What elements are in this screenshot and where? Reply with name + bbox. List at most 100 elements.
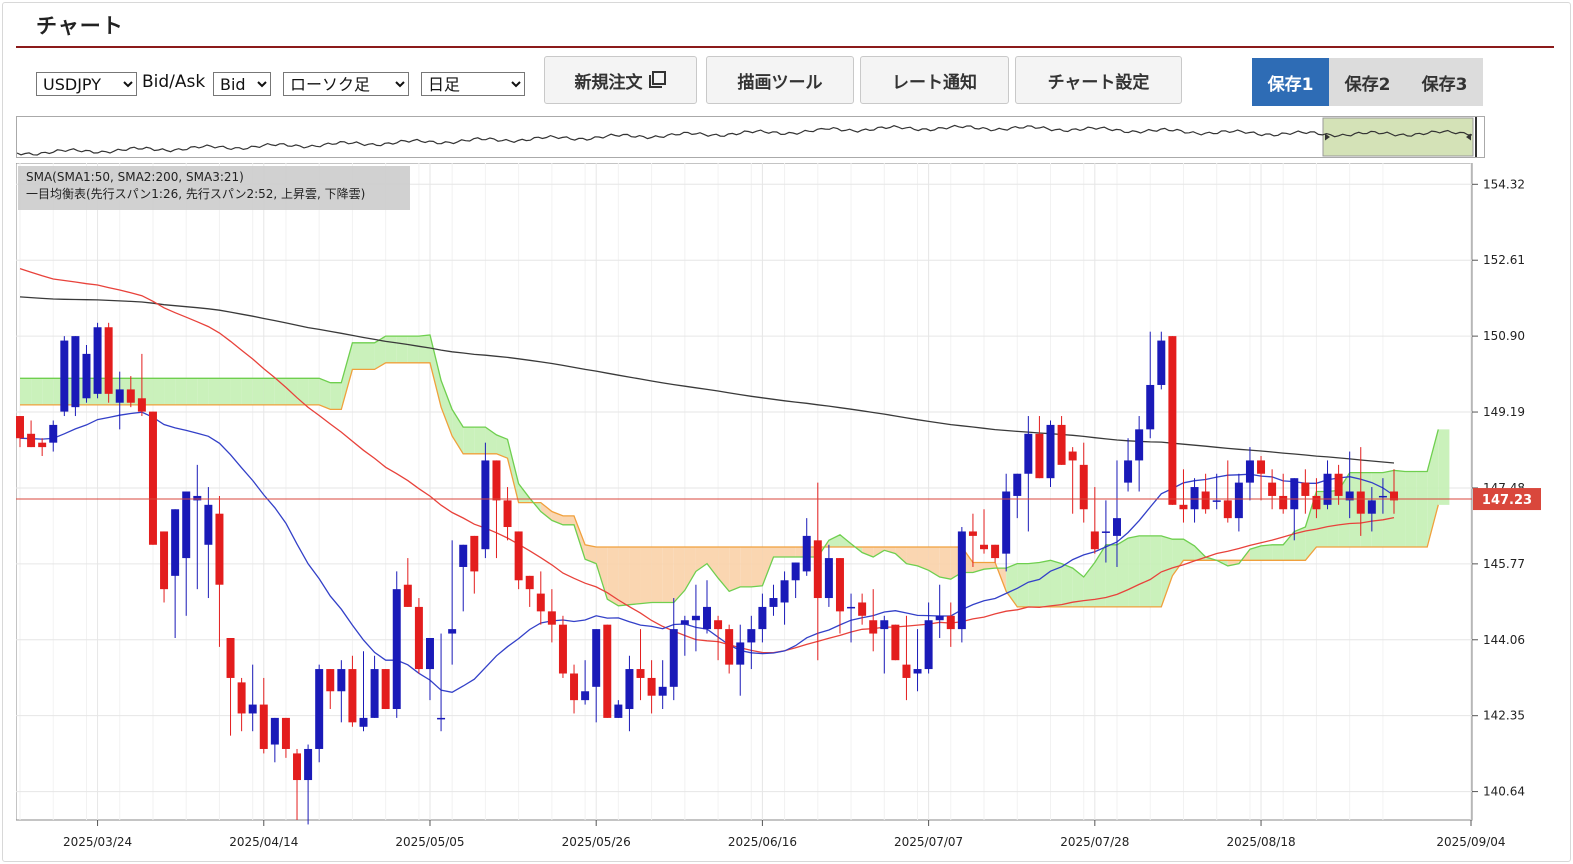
legend-ichimoku: 一目均衡表(先行スパン1:26, 先行スパン2:52, 上昇雲, 下降雲) (26, 187, 366, 201)
ichimoku-cloud-up (363, 342, 375, 370)
candle-body (1024, 433, 1033, 474)
ichimoku-cloud-up (1116, 538, 1129, 607)
candle-body (902, 664, 911, 678)
ichimoku-cloud-down (662, 546, 674, 603)
candle-body (1268, 482, 1277, 496)
ichimoku-cloud-up (319, 378, 331, 410)
ichimoku-cloud-up (385, 336, 397, 363)
candle-body (1101, 531, 1110, 533)
rate-alert-button[interactable]: レート通知 (860, 56, 1009, 104)
x-tick-label: 2025/08/18 (1226, 835, 1295, 849)
symbol-select[interactable]: USDJPY (36, 72, 137, 96)
candle-body (326, 669, 335, 692)
candle-body (669, 629, 678, 687)
candle-body (71, 336, 80, 408)
y-tick-label: 152.61 (1483, 253, 1525, 267)
candle-body (171, 509, 180, 576)
ichimoku-cloud-down (906, 546, 918, 566)
candle-body (126, 389, 135, 403)
candle-body (1245, 460, 1254, 483)
candle-body (680, 620, 689, 625)
candle-body (913, 669, 922, 674)
candle-body (259, 704, 268, 749)
candle-body (1257, 460, 1266, 474)
indicator-legend: SMA(SMA1:50, SMA2:200, SMA3:21) 一目均衡表(先行… (18, 166, 410, 210)
ichimoku-cloud-up (252, 378, 264, 405)
current-price-label: 147.23 (1482, 493, 1532, 508)
candle-body (293, 753, 302, 781)
ichimoku-cloud-up (352, 342, 364, 370)
candle-body (614, 704, 623, 718)
candle-body (304, 748, 313, 781)
save-tab-2[interactable]: 保存2 (1329, 58, 1406, 106)
ichimoku-cloud-down (939, 546, 951, 580)
ichimoku-cloud-up (263, 378, 275, 405)
y-tick-label: 140.64 (1483, 785, 1525, 799)
save-tabs: 保存1 保存2 保存3 (1252, 58, 1483, 106)
new-order-button[interactable]: 新規注文 (544, 56, 697, 104)
candle-body (1046, 424, 1055, 479)
save-tab-3[interactable]: 保存3 (1406, 58, 1483, 106)
ichimoku-cloud-up (230, 378, 242, 405)
chart-style-select[interactable]: ローソク足 (283, 72, 409, 96)
new-window-icon (648, 71, 666, 88)
candle-body (1279, 495, 1288, 510)
candle-body (448, 629, 457, 634)
ichimoku-cloud-up (1128, 535, 1140, 607)
candle-body (215, 513, 224, 585)
y-tick-label: 150.90 (1483, 329, 1525, 343)
draw-tool-button[interactable]: 描画ツール (706, 56, 854, 104)
ichimoku-cloud-down (729, 546, 741, 592)
ichimoku-cloud-up (20, 378, 32, 405)
candle-body (93, 327, 102, 394)
candle-body (625, 669, 634, 710)
side-select[interactable]: Bid (213, 72, 271, 96)
ichimoku-cloud-down (562, 515, 575, 525)
price-chart[interactable]: 2025/03/24 2025/04/14 2025/05/05 2025/05/26… (16, 163, 1556, 853)
legend-sma: SMA(SMA1:50, SMA2:200, SMA3:21) (26, 170, 244, 184)
ichimoku-cloud-up (208, 378, 220, 405)
candle-body (414, 606, 423, 670)
candle-body (337, 669, 346, 692)
ichimoku-cloud-up (1416, 471, 1428, 547)
candle-body (27, 433, 36, 448)
panel-title: チャート (36, 14, 124, 38)
title-divider (16, 46, 1554, 48)
candle-body (1190, 487, 1199, 510)
candle-body (802, 535, 811, 572)
candle-body (1135, 429, 1144, 461)
period-select[interactable]: 日足 (421, 72, 525, 96)
candle-body (758, 606, 767, 630)
ichimoku-cloud-up (1394, 470, 1406, 547)
candle-body (891, 624, 900, 661)
ichimoku-cloud-up (164, 378, 176, 405)
navigator-overview[interactable] (16, 116, 1485, 158)
candle-body (581, 691, 590, 701)
candle-body (1112, 518, 1121, 536)
candle-body (858, 602, 867, 616)
save-tab-1[interactable]: 保存1 (1252, 58, 1329, 106)
candle-body (1334, 473, 1343, 496)
ichimoku-cloud-down (751, 546, 763, 587)
ichimoku-cloud-up (1405, 471, 1417, 547)
candle-body (16, 416, 24, 439)
ichimoku-cloud-up (186, 378, 198, 405)
candle-body (370, 669, 379, 718)
candle-body (437, 717, 446, 720)
chart-settings-button[interactable]: チャート設定 (1015, 56, 1182, 104)
navigator-window (1322, 117, 1474, 157)
ichimoku-cloud-up (463, 427, 475, 454)
x-tick-label: 2025/07/28 (1060, 835, 1129, 849)
ichimoku-cloud-up (297, 378, 309, 405)
bidask-label: Bid/Ask (142, 72, 206, 92)
candle-body (1079, 464, 1088, 510)
ichimoku-cloud-up (219, 378, 231, 405)
x-tick-label: 2025/03/24 (63, 835, 132, 849)
candle-body (1378, 495, 1387, 498)
candle-body (880, 620, 889, 630)
candle-body (769, 598, 778, 607)
ichimoku-cloud-up (241, 378, 253, 405)
ichimoku-cloud-down (740, 546, 752, 587)
candle-body (1057, 424, 1066, 465)
candle-body (514, 531, 523, 581)
